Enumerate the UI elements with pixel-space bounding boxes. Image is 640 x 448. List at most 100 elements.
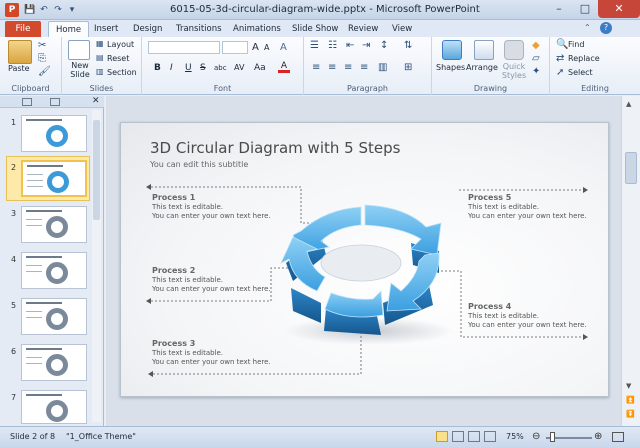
arrange-button[interactable]: Arrange [466, 63, 498, 72]
copy-icon[interactable]: ⎘ [38, 53, 46, 64]
new-slide-button[interactable]: New Slide [65, 61, 95, 79]
process-1-line2[interactable]: You can enter your own text here. [152, 212, 271, 221]
new-slide-icon[interactable] [68, 40, 90, 60]
fit-to-window-icon[interactable] [612, 432, 624, 442]
process-2-title[interactable]: Process 2 [152, 266, 195, 275]
replace-button[interactable]: Replace [568, 54, 600, 63]
slide-show-icon[interactable] [484, 431, 496, 442]
slide-thumbnail-3[interactable] [21, 206, 87, 243]
arrange-icon[interactable] [474, 40, 494, 60]
process-1-line1[interactable]: This text is editable. [152, 203, 223, 212]
process-1-title[interactable]: Process 1 [152, 193, 195, 202]
scrollbar-thumb[interactable] [93, 120, 100, 220]
process-5-line1[interactable]: This text is editable. [468, 203, 539, 212]
select-button[interactable]: Select [568, 68, 593, 77]
process-2-line2[interactable]: You can enter your own text here. [152, 285, 271, 294]
process-5-line2[interactable]: You can enter your own text here. [468, 212, 587, 221]
paste-icon[interactable] [8, 40, 32, 64]
process-2-line1[interactable]: This text is editable. [152, 276, 223, 285]
section-button[interactable]: Section [107, 68, 137, 77]
shape-outline-icon[interactable]: ▱ [532, 53, 540, 64]
tab-home[interactable]: Home [48, 21, 90, 37]
outline-tab-icon[interactable] [50, 98, 60, 106]
powerpoint-icon[interactable]: P [5, 3, 19, 17]
zoom-out-icon[interactable]: ⊖ [532, 431, 540, 442]
paste-button[interactable]: Paste [8, 64, 30, 73]
slide-scrollbar[interactable]: ▲ ▼ ⏫ ⏬ [621, 96, 640, 426]
shape-effects-icon[interactable]: ✦ [532, 66, 540, 77]
line-spacing-icon[interactable]: ↕ [380, 40, 388, 51]
minimize-button[interactable]: – [546, 0, 572, 18]
previous-slide-icon[interactable]: ⏫ [626, 396, 635, 404]
tab-slide-show[interactable]: Slide Show [292, 21, 338, 37]
process-4-title[interactable]: Process 4 [468, 302, 511, 311]
font-size-dropdown[interactable] [222, 41, 248, 54]
close-pane-icon[interactable]: ✕ [92, 96, 100, 106]
reset-button[interactable]: Reset [107, 54, 129, 63]
slide[interactable]: 3D Circular Diagram with 5 Steps You can… [120, 122, 609, 397]
tab-review[interactable]: Review [348, 21, 378, 37]
align-right-icon[interactable]: ≡ [344, 62, 352, 73]
change-case-button[interactable]: Aa [254, 63, 266, 73]
grow-font-button[interactable]: A [252, 42, 259, 53]
find-button[interactable]: Find [568, 40, 584, 49]
zoom-level[interactable]: 75% [506, 432, 524, 441]
tab-view[interactable]: View [392, 21, 412, 37]
process-5-title[interactable]: Process 5 [468, 193, 511, 202]
tab-design[interactable]: Design [133, 21, 162, 37]
align-left-icon[interactable]: ≡ [312, 62, 320, 73]
underline-button[interactable]: U [185, 63, 192, 73]
quick-styles-icon[interactable] [504, 40, 524, 60]
tab-animations[interactable]: Animations [233, 21, 281, 37]
scrollbar-thumb[interactable] [625, 152, 637, 184]
process-3-line2[interactable]: You can enter your own text here. [152, 358, 271, 367]
customize-toolbar-icon[interactable]: ▾ [66, 4, 78, 16]
shrink-font-button[interactable]: A [264, 43, 269, 52]
process-4-line1[interactable]: This text is editable. [468, 312, 539, 321]
increase-indent-icon[interactable]: ⇥ [362, 40, 370, 51]
thumbnail-scrollbar[interactable] [92, 110, 101, 422]
scroll-up-icon[interactable]: ▲ [626, 100, 631, 108]
tab-transitions[interactable]: Transitions [176, 21, 222, 37]
numbering-icon[interactable]: ☷ [328, 40, 337, 51]
close-button[interactable]: ✕ [598, 0, 640, 18]
help-icon[interactable]: ? [600, 22, 612, 34]
font-name-dropdown[interactable] [148, 41, 220, 54]
save-icon[interactable]: 💾 [24, 4, 36, 16]
normal-view-icon[interactable] [436, 431, 448, 442]
decrease-indent-icon[interactable]: ⇤ [346, 40, 354, 51]
bullets-icon[interactable]: ☰ [310, 40, 319, 51]
text-direction-icon[interactable]: ⇅ [404, 40, 412, 51]
maximize-button[interactable]: □ [572, 0, 598, 18]
font-color-icon[interactable]: A [278, 61, 290, 73]
bold-button[interactable]: B [154, 63, 161, 73]
shapes-button[interactable]: Shapes [436, 63, 465, 72]
char-spacing-button[interactable]: AV [234, 63, 244, 72]
slide-thumbnail-1[interactable] [21, 115, 87, 152]
slide-thumbnail-6[interactable] [21, 344, 87, 381]
shadow-button[interactable]: abc [214, 64, 227, 72]
zoom-in-icon[interactable]: ⊕ [594, 431, 602, 442]
clear-format-button[interactable]: A [280, 42, 287, 53]
shape-fill-icon[interactable]: ◆ [532, 40, 540, 51]
italic-button[interactable]: I [170, 63, 173, 73]
slide-thumbnail-7[interactable] [21, 390, 87, 424]
theme-name[interactable]: "1_Office Theme" [66, 432, 136, 441]
align-center-icon[interactable]: ≡ [328, 62, 336, 73]
minimize-ribbon-icon[interactable]: ⌃ [584, 23, 594, 33]
justify-icon[interactable]: ≡ [360, 62, 368, 73]
tab-file[interactable]: File [5, 21, 41, 37]
scroll-down-icon[interactable]: ▼ [626, 382, 631, 390]
next-slide-icon[interactable]: ⏬ [626, 410, 635, 418]
slide-thumbnail-2[interactable] [21, 160, 87, 197]
reading-view-icon[interactable] [468, 431, 480, 442]
process-4-line2[interactable]: You can enter your own text here. [468, 321, 587, 330]
shapes-icon[interactable] [442, 40, 462, 60]
format-painter-icon[interactable]: 🖌 [38, 66, 51, 77]
slide-sorter-icon[interactable] [452, 431, 464, 442]
tab-insert[interactable]: Insert [94, 21, 118, 37]
redo-icon[interactable]: ↷ [52, 4, 64, 16]
process-3-line1[interactable]: This text is editable. [152, 349, 223, 358]
layout-button[interactable]: Layout [107, 40, 134, 49]
strikethrough-button[interactable]: S [200, 63, 206, 73]
